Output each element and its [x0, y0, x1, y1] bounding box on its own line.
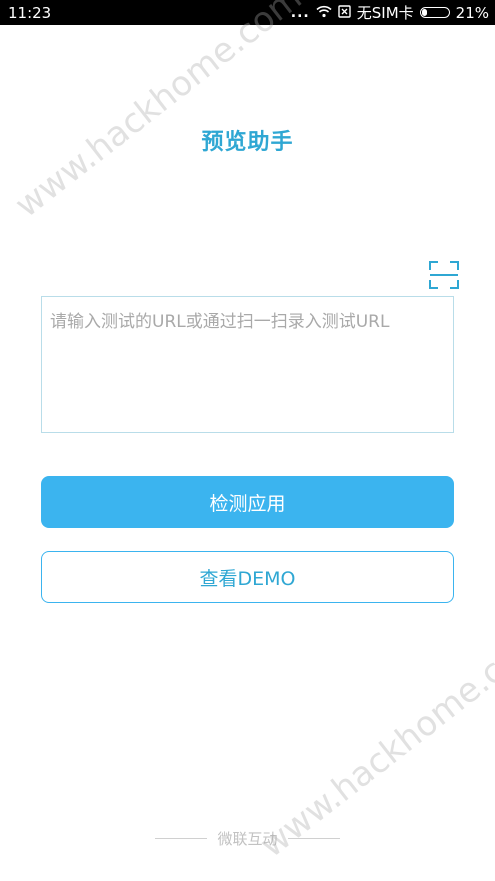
battery-icon	[419, 7, 450, 18]
no-sim-icon	[338, 4, 351, 22]
battery-fill	[421, 9, 427, 16]
footer-divider-left	[155, 838, 208, 839]
page-title: 预览助手	[201, 130, 294, 155]
app-screen: 11:23 ... 无SIM卡 21% 预览助手 请输入测试的URL或通过扫一扫…	[0, 0, 495, 881]
check-app-button[interactable]: 检测应用	[41, 476, 454, 528]
watermark-top: www.hackhome.com	[7, 0, 310, 226]
status-bar: 11:23 ... 无SIM卡 21%	[0, 0, 495, 25]
footer-text: 微联互动	[217, 830, 278, 848]
status-icons: ... 无SIM卡 21%	[291, 2, 489, 23]
battery-percent: 21%	[455, 3, 489, 22]
scan-qr-icon[interactable]	[428, 260, 460, 290]
url-input[interactable]	[41, 296, 454, 433]
footer: 微联互动	[0, 828, 495, 849]
signal-dots: ...	[290, 4, 310, 21]
carrier-label: 无SIM卡	[356, 4, 414, 22]
status-time: 11:23	[8, 3, 52, 22]
wifi-icon	[316, 4, 332, 22]
view-demo-button[interactable]: 查看DEMO	[41, 551, 454, 603]
footer-divider-right	[287, 838, 340, 839]
